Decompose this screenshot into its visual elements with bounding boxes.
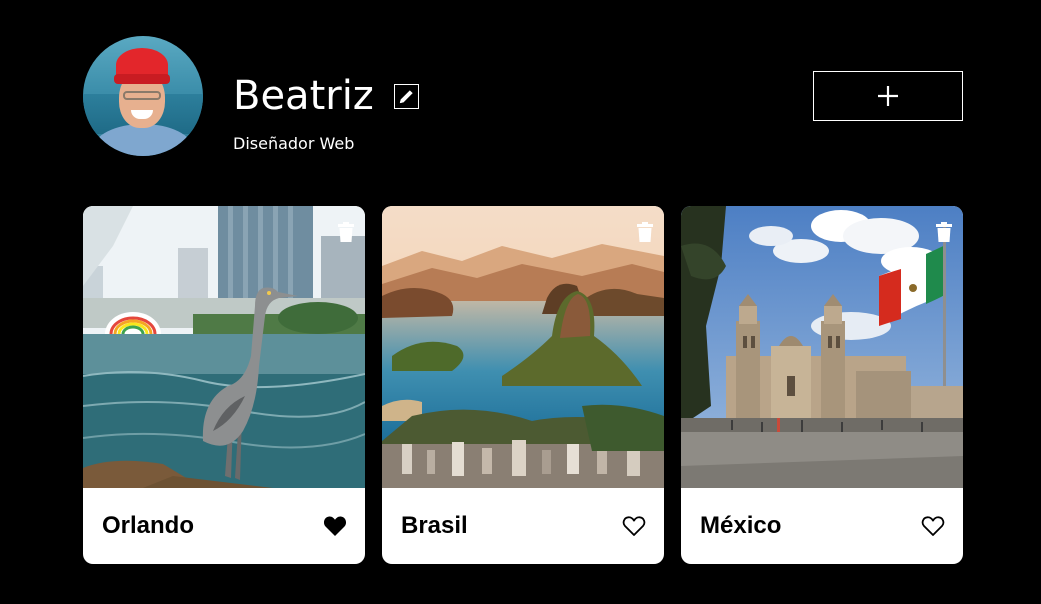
delete-card-button[interactable] [935,222,953,242]
card-photo-brasil[interactable] [382,206,664,488]
heart-outline-icon [921,516,945,536]
trash-icon [936,222,952,242]
like-button[interactable] [622,515,646,537]
card: México [681,206,963,564]
trash-icon [338,222,354,242]
profile-section: Beatriz Diseñador Web [83,36,963,156]
delete-card-button[interactable] [337,222,355,242]
card-caption: Orlando [83,488,365,564]
heart-outline-icon [622,516,646,536]
edit-profile-button[interactable] [393,83,419,109]
like-button[interactable] [323,515,347,537]
delete-card-button[interactable] [636,222,654,242]
mexico-cathedral-image [681,206,963,488]
avatar-hat-band [114,74,170,84]
card-title: México [700,512,782,539]
like-button[interactable] [921,515,945,537]
card-caption: México [681,488,963,564]
card-photo-orlando[interactable] [83,206,365,488]
profile-job: Diseñador Web [233,134,355,153]
card-photo-mexico[interactable] [681,206,963,488]
cards-grid: Orlando Brasil México [83,206,963,564]
heart-filled-icon [323,516,347,536]
add-card-button[interactable] [813,71,963,121]
card: Orlando [83,206,365,564]
profile-name: Beatriz [233,73,374,119]
pencil-icon [399,89,413,103]
card-title: Orlando [102,512,195,539]
avatar[interactable] [83,36,203,156]
card: Brasil [382,206,664,564]
rio-bay-image [382,206,664,488]
heron-lake-image [83,206,365,488]
avatar-glasses [123,91,161,100]
profile-name-row: Beatriz [233,74,419,118]
plus-icon [878,86,898,106]
trash-icon [637,222,653,242]
card-title: Brasil [401,512,468,539]
card-caption: Brasil [382,488,664,564]
